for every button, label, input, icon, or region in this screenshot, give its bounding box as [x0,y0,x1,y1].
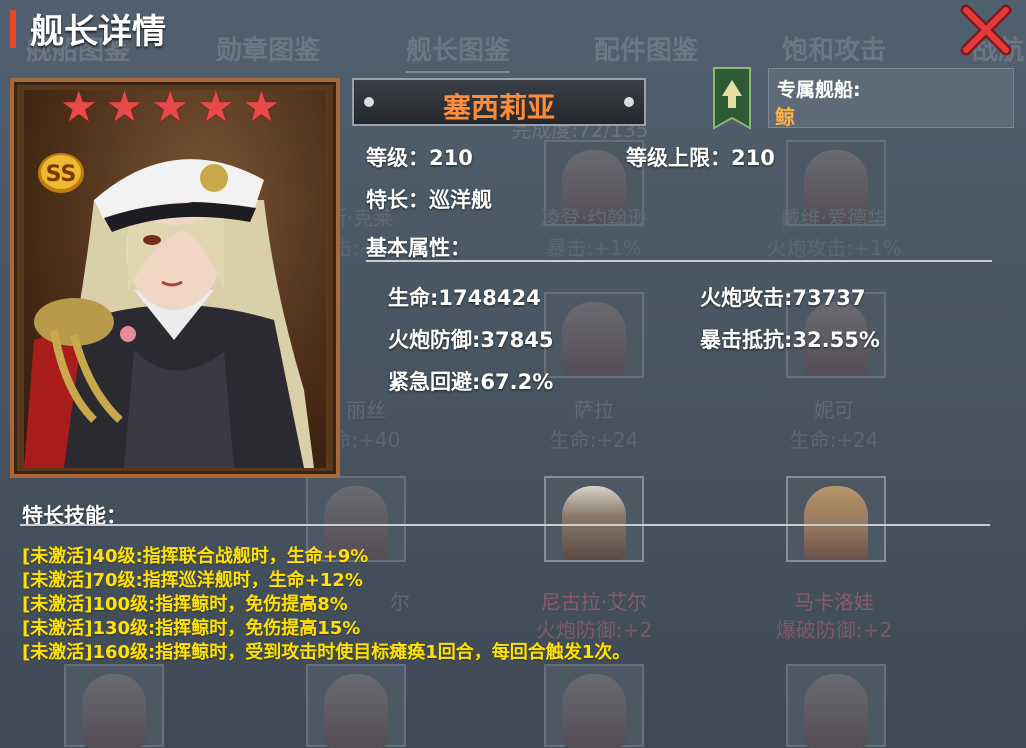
bg-card [64,664,164,748]
bg-card-name: 戴维·爱德华 [780,206,888,230]
divider [20,524,990,526]
stat-evasion: 紧急回避:67.2% [388,370,554,394]
exclusive-ship-value: 鲸 [775,105,795,129]
bg-card [544,664,644,748]
rarity-stars: ★ ★ ★ ★ ★ [60,86,280,128]
captain-portrait-frame: ★ ★ ★ ★ ★ SS [10,78,340,478]
captain-level: 等级：210 [366,146,473,170]
bg-card-name: 萨拉 [574,398,614,422]
star-icon: ★ [242,82,281,131]
star-icon: ★ [60,82,98,131]
ss-badge-text: SS [46,162,77,187]
bg-card-name: 马卡洛娃 [794,590,874,614]
attributes-heading: 基本属性： [366,236,471,260]
bg-card [786,476,886,562]
skill-line: [未激活]130级:指挥鲸时，免伤提高15% [22,618,361,639]
bg-card-bonus: 爆破防御:+2 [775,618,893,642]
captain-name: 塞西莉亚 [442,91,555,124]
bg-card-bonus: 生命:+24 [549,428,639,452]
skill-line: [未激活]70级:指挥巡洋舰时，生命+12% [22,570,363,591]
close-icon [960,4,1012,56]
skill-line: [未激活]160级:指挥鲸时，受到攻击时使目标瘫痪1回合，每回合触发1次。 [22,642,631,663]
page-title: 舰长详情 [30,12,166,52]
skill-line: [未激活]100级:指挥鲸时，免伤提高8% [22,594,348,615]
captain-name-plate: 塞西莉亚 [352,78,646,126]
exclusive-ship-box: 专属舰船: 鲸 [768,68,1014,129]
stat-gun-attack: 火炮攻击:73737 [700,286,866,310]
captain-illustration [24,159,314,468]
bg-card-bonus: 生命:+24 [789,428,879,452]
ss-rarity-icon: SS [36,150,86,196]
bg-card-name: 尼古拉·艾尔 [540,590,648,614]
bg-card-name: 凌登·约翰逊 [540,206,648,230]
divider [366,260,992,262]
captain-level-cap: 等级上限：210 [626,146,775,170]
bg-card [786,664,886,748]
bg-card [544,292,644,378]
bg-card-bonus: 暴击:+1% [546,236,642,260]
exclusive-ship-label: 专属舰船: [777,79,861,101]
star-icon: ★ [105,82,144,131]
stat-crit-resist: 暴击抵抗:32.55% [700,328,880,352]
title-bar: 舰长详情 [0,0,1026,56]
stat-hp: 生命:1748424 [388,286,541,310]
bg-card-bonus: 火炮攻击:+1% [766,236,902,260]
ship-flag-icon [712,66,752,130]
skill-line: [未激活]40级:指挥联合战舰时，生命+9% [22,546,369,567]
star-icon: ★ [151,82,189,131]
star-icon: ★ [196,82,235,131]
close-button[interactable] [960,4,1012,56]
captain-specialty: 特长：巡洋舰 [366,188,492,212]
bg-card [544,476,644,562]
bg-card [306,664,406,748]
title-accent [10,10,16,48]
bg-card-name: 妮可 [814,398,854,422]
captain-portrait [24,90,326,468]
stat-gun-defense: 火炮防御:37845 [388,328,554,352]
